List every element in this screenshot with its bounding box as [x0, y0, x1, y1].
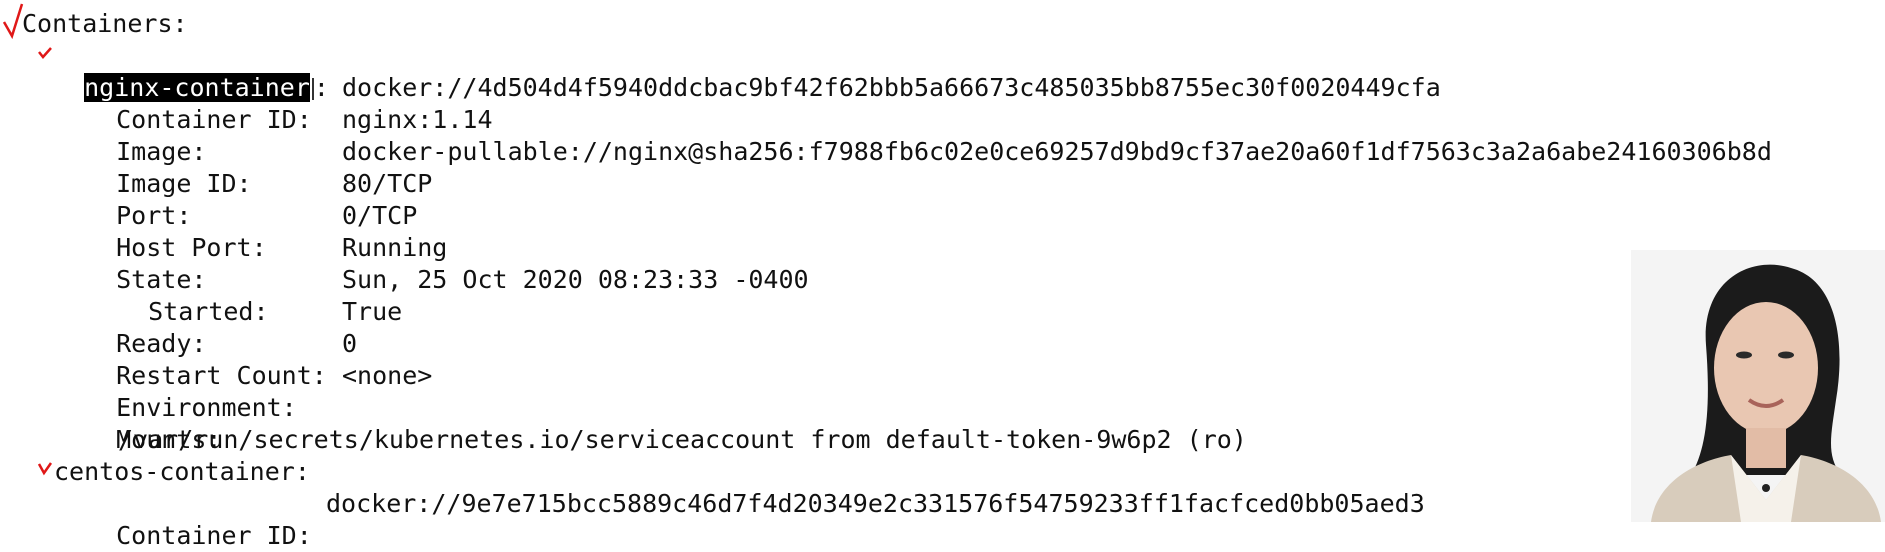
kv-row: Mounts: [86, 392, 221, 454]
annotation-check-centos [38, 462, 53, 476]
kv-row: Ready: [86, 296, 206, 358]
container-name-centos[interactable]: centos-container: [54, 456, 310, 488]
kv-row: Image ID: [86, 136, 251, 198]
kv-row: Environment: [86, 360, 297, 422]
kv-value: True [342, 297, 403, 326]
colon: : [313, 73, 329, 102]
kv-value: docker-pullable://nginx@sha256:f7988fb6c… [342, 137, 1772, 166]
containers-header: Containers: [22, 9, 188, 38]
mount-path: /var/run/secrets/kubernetes.io/serviceac… [118, 425, 1247, 454]
kv-row: Started: [118, 264, 268, 326]
kv-value: docker://4d504d4f5940ddcbac9bf42f62bbb5a… [342, 73, 1441, 102]
kv-row: Restart Count: [86, 328, 327, 390]
kv-value: nginx:1.14 [342, 105, 493, 134]
kv-value: docker://9e7e715bcc5889c46d7f4d20349e2c3… [326, 489, 1425, 518]
annotation-check-nginx [38, 47, 52, 59]
kv-value: 0 [342, 329, 358, 358]
key: Container ID: [116, 521, 312, 550]
kv-value: 80/TCP [342, 169, 433, 198]
kv-row: Image: [86, 104, 206, 166]
kv-row: Port: [86, 168, 191, 230]
kv-value: Running [342, 233, 448, 262]
kv-row: State: [86, 232, 206, 294]
kv-row: Container ID: [86, 488, 312, 550]
container-name-nginx[interactable]: nginx-container: [54, 40, 329, 102]
kv-value: Sun, 25 Oct 2020 08:23:33 -0400 [342, 265, 809, 294]
kv-row: Container ID: [86, 72, 312, 134]
kv-value: 0/TCP [342, 201, 418, 230]
kv-row: Host Port: [86, 200, 267, 262]
kv-value: <none> [342, 361, 433, 390]
presenter-video [1631, 250, 1885, 522]
presenter-video-icon [1631, 250, 1885, 522]
